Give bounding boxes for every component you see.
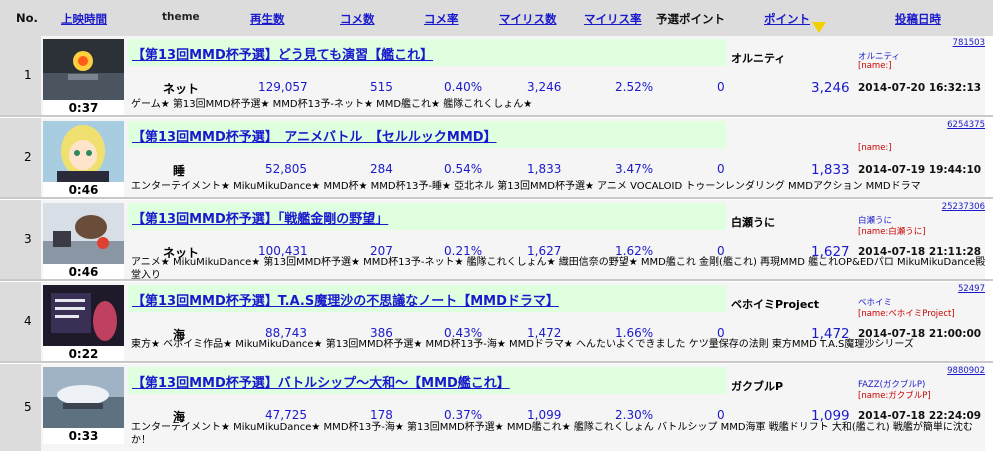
mylist-rate-value: 2.30% [615,408,654,422]
user-name-tag: [name:ガクブルP] [858,391,931,401]
title-box: 【第13回MMD杯予選】T.A.S魔理沙の不思議なノート【MMDドラマ】 [128,285,726,312]
mylists-value: 1,833 [527,162,562,176]
video-id-link[interactable]: 52497 [958,284,985,294]
video-duration: 0:46 [43,264,124,280]
row-divider [0,361,993,363]
posted-datetime: 2014-07-19 19:44:10 [858,164,982,176]
tag-list: ゲーム★ 第13回MMD杯予選★ MMD杯13予-ネット★ MMD艦これ★ 艦隊… [131,99,533,110]
title-box: 【第13回MMD杯予選】どう見ても演習【艦これ】 [128,39,726,66]
user-name-tag: [name:] [858,61,892,71]
mylist-rate-value: 3.47% [615,162,654,176]
table-header: No. 上映時間 theme 再生数 コメ数 コメ率 マイリス数 マイリス率 予… [0,0,993,36]
preliminary-points-value: 0 [717,80,725,94]
tag-list: 東方★ ベホイミ作品★ MikuMikuDance★ 第13回MMD杯予選★ M… [131,339,914,350]
mylists-value: 3,246 [527,80,562,94]
header-views-sort-link[interactable]: 再生数 [250,11,285,27]
header-comment-rate-sort-link[interactable]: コメ率 [424,11,459,27]
row-number-cell: 4 [0,282,41,363]
points-value: 3,246 [811,80,850,96]
user-name-tag: [name:] [858,143,892,153]
video-thumbnail[interactable] [43,367,124,428]
row-number-cell: 1 [0,36,41,117]
video-title-link[interactable]: 【第13回MMD杯予選】どう見ても演習【艦これ】 [132,44,433,63]
views-value: 129,057 [258,80,308,94]
video-thumbnail[interactable] [43,39,124,100]
preliminary-points-value: 0 [717,162,725,176]
mylists-value: 1,099 [527,408,562,422]
row-number-cell: 5 [0,364,41,451]
header-comments-sort-link[interactable]: コメ数 [340,11,375,27]
theme-value: ネット [163,82,200,96]
comment-rate-value: 0.40% [444,80,483,94]
header-no: No. [16,11,38,25]
header-points-sort-link[interactable]: ポイント [764,12,810,26]
points-value: 1,833 [811,162,850,178]
video-id-link[interactable]: 25237306 [942,202,985,212]
mylist-rate-value: 2.52% [615,80,654,94]
video-id-link[interactable]: 6254375 [947,120,985,130]
uploader-name: ベホイミProject [731,298,820,311]
title-box: 【第13回MMD杯予選】「戦艦金剛の野望」 [128,203,726,230]
preliminary-points-value: 0 [717,408,725,422]
comments-value: 515 [370,80,393,94]
comment-rate-value: 0.37% [444,408,483,422]
header-preliminary-points: 予選ポイント [656,12,725,26]
table-row: 3 0:46 【第13回MMD杯予選】「戦艦金剛の野望」 白瀬うに 252373… [0,200,993,281]
posted-datetime: 2014-07-20 16:32:13 [858,82,982,94]
header-points-group: ポイント [764,11,826,33]
comment-rate-value: 0.54% [444,162,483,176]
table-row: 5 0:33 【第13回MMD杯予選】バトルシップ～大和～【MMD艦これ】 ガク… [0,364,993,451]
theme-value: 睡 [173,164,186,178]
video-title-link[interactable]: 【第13回MMD杯予選】バトルシップ～大和～【MMD艦これ】 [132,372,510,391]
row-number-cell: 2 [0,118,41,199]
video-duration: 0:37 [43,100,124,116]
video-thumbnail[interactable] [43,203,124,264]
video-id-link[interactable]: 781503 [953,38,985,48]
row-number: 3 [24,232,32,246]
video-title-link[interactable]: 【第13回MMD杯予選】 アニメバトル 【セルルックMMD】 [132,126,497,145]
video-duration: 0:46 [43,182,124,198]
video-thumbnail[interactable] [43,285,124,346]
row-number: 5 [24,400,32,414]
header-theme: theme [162,11,200,23]
header-mylist-rate-sort-link[interactable]: マイリス率 [584,11,642,27]
comments-value: 284 [370,162,393,176]
comments-value: 178 [370,408,393,422]
table-row: 1 0:37 【第13回MMD杯予選】どう見ても演習【艦これ】 オルニティ 78… [0,36,993,117]
views-value: 47,725 [265,408,307,422]
user-name-tag: [name:ベホイミProject] [858,309,955,319]
row-number: 2 [24,150,32,164]
row-divider [0,197,993,199]
row-divider [0,279,993,281]
sort-desc-triangle-icon [812,22,826,33]
table-row: 2 0:46 【第13回MMD杯予選】 アニメバトル 【セルルックMMD】 62… [0,118,993,199]
title-box: 【第13回MMD杯予選】 アニメバトル 【セルルックMMD】 [128,121,726,148]
table-row: 4 0:22 【第13回MMD杯予選】T.A.S魔理沙の不思議なノート【MMDド… [0,282,993,363]
tag-list: エンターテイメント★ MikuMikuDance★ MMD杯13予-海★ 第13… [131,422,973,446]
uploader-name: オルニティ [731,52,786,65]
video-title-link[interactable]: 【第13回MMD杯予選】「戦艦金剛の野望」 [132,208,388,227]
user-name-tag: [name:白瀬うに] [858,227,926,237]
video-title-link[interactable]: 【第13回MMD杯予選】T.A.S魔理沙の不思議なノート【MMDドラマ】 [132,290,559,309]
uploader-name: 白瀬うに [731,216,775,229]
video-duration: 0:22 [43,346,124,362]
video-thumbnail[interactable] [43,121,124,182]
views-value: 52,805 [265,162,307,176]
row-number-cell: 3 [0,200,41,281]
header-mylists-sort-link[interactable]: マイリス数 [499,11,557,27]
title-box: 【第13回MMD杯予選】バトルシップ～大和～【MMD艦これ】 [128,367,726,394]
video-duration: 0:33 [43,428,124,444]
tag-list: エンターテイメント★ MikuMikuDance★ MMD杯★ MMD杯13予-… [131,181,921,192]
row-number: 4 [24,314,32,328]
header-posted-sort-link[interactable]: 投稿日時 [895,11,941,27]
uploader-name: ガクブルP [731,380,784,393]
header-duration-sort-link[interactable]: 上映時間 [61,11,107,27]
video-id-link[interactable]: 9880902 [947,366,985,376]
row-number: 1 [24,68,32,82]
row-divider [0,115,993,117]
